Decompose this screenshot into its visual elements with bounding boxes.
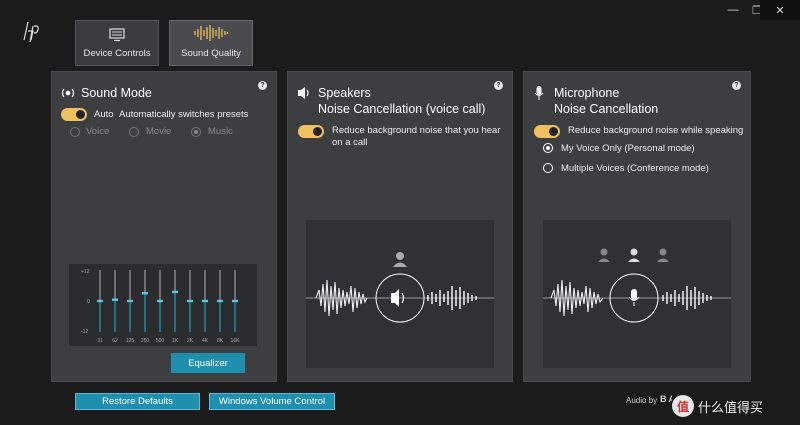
hp-logo bbox=[23, 21, 39, 43]
microphone-subtitle: Noise Cancellation bbox=[554, 102, 659, 116]
speakers-illustration bbox=[306, 220, 494, 368]
eq-mid-label: 0 bbox=[87, 299, 90, 305]
sound-mode-icon bbox=[61, 88, 75, 98]
eq-band-label: 500 bbox=[156, 338, 165, 344]
eq-band-slider[interactable] bbox=[217, 299, 223, 303]
close-button[interactable]: ✕ bbox=[760, 0, 800, 20]
microphone-nc-toggle[interactable] bbox=[534, 125, 560, 138]
eq-band-label: 62 bbox=[112, 338, 118, 344]
eq-bottom-label: -12 bbox=[81, 329, 88, 335]
speakers-title: Speakers bbox=[318, 86, 371, 100]
eq-band-slider[interactable] bbox=[157, 299, 163, 303]
my-voice-radio[interactable] bbox=[543, 143, 553, 153]
preset-movie-radio[interactable] bbox=[129, 127, 139, 137]
eq-band-label: 250 bbox=[141, 338, 150, 344]
microphone-title: Microphone bbox=[554, 86, 620, 100]
sound-mode-title: Sound Mode bbox=[81, 86, 152, 100]
speaker-icon bbox=[298, 87, 309, 99]
eq-band-slider[interactable] bbox=[232, 299, 238, 303]
eq-band-label: 31 bbox=[97, 338, 103, 344]
my-voice-label: My Voice Only (Personal mode) bbox=[561, 143, 695, 154]
eq-band-slider[interactable] bbox=[187, 299, 193, 303]
preset-movie-label: Movie bbox=[146, 126, 172, 137]
multiple-voices-radio[interactable] bbox=[543, 163, 553, 173]
monitor-icon bbox=[109, 28, 125, 42]
eq-top-label: +12 bbox=[81, 269, 90, 275]
people-icon bbox=[598, 248, 669, 262]
tab-sound-quality[interactable]: Sound Quality bbox=[169, 20, 253, 66]
auto-label: Auto bbox=[94, 109, 114, 120]
microphone-icon bbox=[534, 86, 544, 100]
eq-graph: +12 0 -12 31 62 125 250 500 1K 2K 4K 8K 16K bbox=[69, 264, 257, 346]
eq-band-slider[interactable] bbox=[97, 299, 103, 303]
tab-device-controls[interactable]: Device Controls bbox=[75, 20, 159, 66]
noise-wave bbox=[550, 279, 604, 317]
eq-band-slider[interactable] bbox=[202, 299, 208, 303]
eq-band-slider[interactable] bbox=[172, 290, 178, 294]
eq-chart: +12 0 -12 31 62 125 250 500 1K 2K 4K 8K 16K bbox=[81, 269, 241, 344]
speaker-icon bbox=[391, 289, 399, 307]
restore-defaults-button[interactable]: Restore Defaults bbox=[75, 393, 200, 410]
speakers-nc-toggle[interactable] bbox=[298, 125, 324, 138]
speakers-nc-description: Reduce background noise that you hear on… bbox=[332, 125, 501, 148]
eq-band-slider[interactable] bbox=[127, 299, 133, 303]
watermark: 值 什么值得买 bbox=[672, 391, 798, 421]
eq-band-label: 4K bbox=[202, 338, 209, 344]
equalizer-button[interactable]: Equalizer bbox=[171, 353, 245, 373]
multiple-voices-label: Multiple Voices (Conference mode) bbox=[561, 163, 709, 174]
help-icon[interactable]: ? bbox=[258, 81, 267, 90]
help-icon[interactable]: ? bbox=[494, 81, 503, 90]
eq-band-label: 2K bbox=[187, 338, 194, 344]
microphone-illustration bbox=[543, 220, 731, 368]
eq-band-label: 8K bbox=[217, 338, 224, 344]
preset-music-radio[interactable] bbox=[191, 127, 201, 137]
eq-band-label: 16K bbox=[231, 338, 241, 344]
microphone-icon bbox=[631, 289, 637, 300]
windows-volume-control-button[interactable]: Windows Volume Control bbox=[209, 393, 335, 410]
watermark-text: 什么值得买 bbox=[698, 399, 764, 415]
eq-band-slider[interactable] bbox=[142, 292, 148, 295]
tab-label: Device Controls bbox=[83, 48, 151, 59]
help-icon[interactable]: ? bbox=[732, 81, 741, 90]
speakers-subtitle: Noise Cancellation (voice call) bbox=[318, 102, 486, 116]
preset-voice-radio[interactable] bbox=[70, 127, 80, 137]
eq-band-label: 1K bbox=[172, 338, 179, 344]
auto-description: Automatically switches presets bbox=[119, 109, 249, 120]
microphone-nc-description: Reduce background noise while speaking bbox=[568, 125, 744, 136]
audio-by-label: Audio by bbox=[626, 396, 658, 405]
eq-band-slider[interactable] bbox=[112, 298, 118, 301]
eq-band-label: 125 bbox=[126, 338, 135, 344]
preset-music-label: Music bbox=[208, 126, 233, 137]
auto-toggle[interactable] bbox=[61, 108, 87, 121]
soundwave-icon bbox=[194, 25, 229, 41]
preset-voice-label: Voice bbox=[86, 126, 110, 137]
person-icon bbox=[396, 252, 404, 260]
watermark-icon: 值 bbox=[672, 395, 694, 417]
tab-label: Sound Quality bbox=[181, 48, 241, 59]
